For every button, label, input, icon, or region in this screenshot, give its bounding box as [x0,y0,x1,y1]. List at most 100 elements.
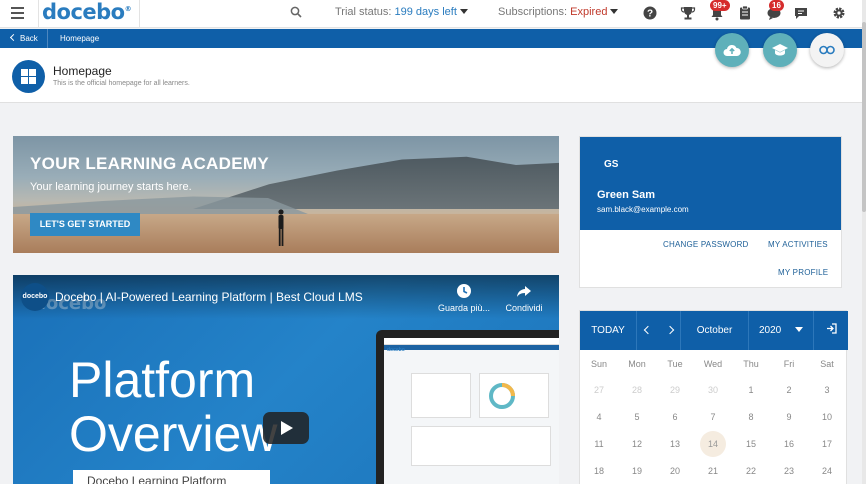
share-arrow-icon [517,286,531,297]
hero-subtitle: Your learning journey starts here. [30,181,192,193]
calendar-day[interactable]: 21 [700,458,726,484]
top-navigation-bar: docebo® Trial status: 199 days left Subs… [0,0,866,28]
video-headline: Platform Overview [69,352,278,462]
notifications-badge: 99+ [710,0,730,11]
hero-title: YOUR LEARNING ACADEMY [30,154,269,173]
weekday-label: Thu [743,359,759,369]
open-calendar-button[interactable] [814,311,848,350]
chevron-left-icon [643,325,653,335]
user-email: sam.black@example.com [597,205,689,214]
calendar-day[interactable]: 9 [776,404,802,430]
upload-cloud-button[interactable] [715,33,749,67]
chevron-right-icon [665,325,674,335]
back-button[interactable]: Back [0,29,48,48]
link-icon [819,45,835,55]
settings-gear-icon[interactable] [831,5,847,21]
calendar-day[interactable]: 14 [700,431,726,457]
profile-card: GS Green Sam sam.black@example.com CHANG… [579,136,842,288]
widgets-grid-icon [12,60,45,93]
calendar-day[interactable]: 5 [624,404,650,430]
calendar-day[interactable]: 4 [586,404,612,430]
subscriptions-dropdown[interactable]: Subscriptions: Expired [498,6,619,18]
page-subtitle: This is the official homepage for all le… [53,80,190,87]
calendar-day[interactable]: 11 [586,431,612,457]
video-caption: Docebo Learning Platform [73,470,270,484]
help-icon[interactable]: ? [642,5,658,21]
next-month-button[interactable] [659,311,681,350]
calendar-day[interactable]: 19 [624,458,650,484]
clock-icon [457,284,471,298]
channel-avatar[interactable]: docebo [21,283,49,311]
year-select[interactable]: 2020 [749,311,814,350]
calendar-day[interactable]: 8 [738,404,764,430]
my-activities-link[interactable]: MY ACTIVITIES [768,240,828,249]
prev-month-button[interactable] [637,311,659,350]
calendar-day[interactable]: 24 [814,458,840,484]
courses-button[interactable] [763,33,797,67]
weekday-label: Fri [783,359,795,369]
calendar-day[interactable]: 29 [662,377,688,403]
change-password-link[interactable]: CHANGE PASSWORD [663,240,749,249]
calendar-day[interactable]: 7 [700,404,726,430]
watch-later-button[interactable]: Guarda più... [434,283,494,313]
clipboard-icon[interactable] [737,5,753,21]
logo-container[interactable]: docebo® [38,0,140,28]
docebo-logo[interactable]: docebo® [42,0,132,24]
graduation-cap-icon [772,44,788,56]
trial-status-dropdown[interactable]: Trial status: 199 days left [335,6,468,18]
weekday-label: Sun [590,359,607,369]
chevron-down-icon [795,327,804,332]
my-profile-link[interactable]: MY PROFILE [778,268,828,277]
svg-text:?: ? [647,9,653,20]
calendar-day[interactable]: 20 [662,458,688,484]
calendar-day[interactable]: 15 [738,431,764,457]
play-button[interactable] [263,412,309,444]
calendar-day[interactable]: 23 [776,458,802,484]
get-started-button[interactable]: LET'S GET STARTED [30,213,140,236]
avatar[interactable]: GS [604,159,618,170]
trophy-icon[interactable] [680,5,696,21]
menu-icon[interactable] [11,7,24,19]
video-player[interactable]: docebo docebo Docebo | AI-Powered Learni… [13,275,559,484]
breadcrumb-current: Homepage [60,34,100,43]
laptop-mockup-image: docebo [376,330,559,484]
hero-banner: YOUR LEARNING ACADEMY Your learning jour… [13,136,559,253]
chevron-down-icon [610,9,619,14]
hiker-silhouette [278,209,284,246]
calendar-day[interactable]: 18 [586,458,612,484]
calendar-day[interactable]: 3 [814,377,840,403]
weekday-label: Wed [703,359,723,369]
calendar-day[interactable]: 6 [662,404,688,430]
calendar-day[interactable]: 30 [700,377,726,403]
calendar-day[interactable]: 10 [814,404,840,430]
chevron-left-icon [9,33,18,42]
share-button[interactable]: Condividi [494,283,554,313]
calendar-day[interactable]: 28 [624,377,650,403]
video-title[interactable]: Docebo | AI-Powered Learning Platform | … [55,290,363,304]
calendar-day[interactable]: 1 [738,377,764,403]
page-title: Homepage [53,64,112,78]
messages-badge: 16 [769,0,784,11]
weekday-label: Mon [628,359,646,369]
calendar-day[interactable]: 2 [776,377,802,403]
calendar-widget: TODAY October 2020 Sun Mon Tue Wed Thu Fri Sat… [579,310,848,484]
today-button[interactable]: TODAY [580,311,637,350]
cloud-upload-icon [723,44,741,56]
chevron-down-icon [459,9,468,14]
user-name: Green Sam [597,189,656,201]
message-icon[interactable] [793,5,809,21]
link-button[interactable] [810,33,844,67]
search-icon[interactable] [290,6,302,18]
weekday-label: Tue [667,359,683,369]
calendar-day[interactable]: 27 [586,377,612,403]
calendar-day[interactable]: 12 [624,431,650,457]
calendar-day[interactable]: 22 [738,458,764,484]
weekday-label: Sat [820,359,834,369]
calendar-header: TODAY October 2020 [580,311,848,350]
month-label: October [681,311,749,350]
calendar-day[interactable]: 13 [662,431,688,457]
scrollbar-thumb[interactable] [862,22,866,212]
calendar-day[interactable]: 17 [814,431,840,457]
sign-in-arrow-icon [826,323,837,334]
calendar-day[interactable]: 16 [776,431,802,457]
